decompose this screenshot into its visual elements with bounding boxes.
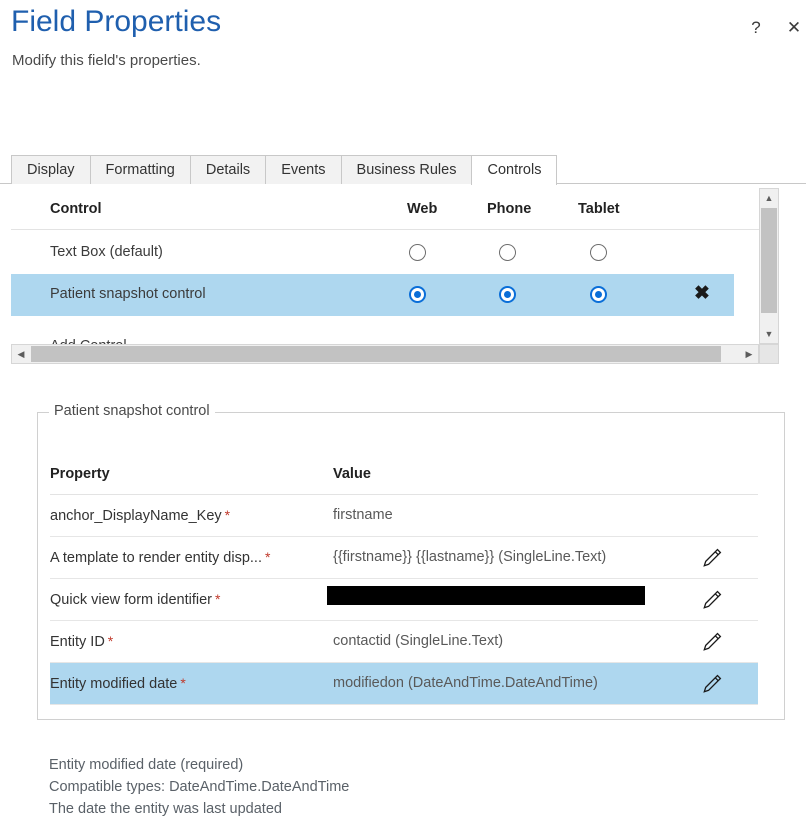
horizontal-scrollbar[interactable]: ◀ ▶: [11, 344, 759, 364]
radio-tablet[interactable]: [590, 244, 607, 261]
page-title: Field Properties: [11, 5, 221, 39]
property-label: Quick view form identifier*: [50, 591, 220, 608]
help-icon[interactable]: ?: [745, 17, 767, 39]
tab-controls[interactable]: Controls: [471, 155, 557, 185]
properties-table: Property Value anchor_DisplayName_Key* f…: [50, 457, 758, 705]
property-label-text: Entity modified date: [50, 676, 177, 692]
description-line-3: The date the entity was last updated: [49, 798, 349, 820]
controls-grid-panel: Control Web Phone Tablet Text Box (defau…: [11, 188, 800, 384]
table-row[interactable]: Patient snapshot control ✖: [11, 274, 734, 316]
property-value: modifiedon (DateAndTime.DateAndTime): [333, 675, 598, 691]
tab-display[interactable]: Display: [11, 155, 91, 184]
radio-phone[interactable]: [499, 286, 516, 303]
property-value: contactid (SingleLine.Text): [333, 633, 503, 649]
scrollbar-corner: [759, 344, 779, 364]
column-header-property: Property: [50, 466, 110, 482]
tab-details[interactable]: Details: [190, 155, 266, 184]
horizontal-scrollbar-thumb[interactable]: [31, 346, 721, 362]
property-label: Entity ID*: [50, 633, 113, 650]
property-value-redacted: [327, 586, 645, 605]
column-header-phone: Phone: [487, 201, 531, 217]
vertical-scrollbar[interactable]: ▲ ▼: [759, 188, 779, 344]
property-label: anchor_DisplayName_Key*: [50, 507, 230, 524]
properties-legend: Patient snapshot control: [49, 403, 215, 419]
table-row[interactable]: anchor_DisplayName_Key* firstname: [50, 495, 758, 537]
edit-pencil-icon[interactable]: [700, 672, 724, 696]
column-header-value: Value: [333, 466, 371, 482]
column-header-tablet: Tablet: [578, 201, 620, 217]
property-label: A template to render entity disp...*: [50, 549, 270, 566]
tab-strip: Display Formatting Details Events Busine…: [0, 155, 806, 184]
property-label-text: Entity ID: [50, 634, 105, 650]
required-marker: *: [108, 633, 113, 649]
scroll-right-icon[interactable]: ▶: [740, 345, 758, 363]
edit-pencil-icon[interactable]: [700, 588, 724, 612]
description-line-2: Compatible types: DateAndTime.DateAndTim…: [49, 776, 349, 798]
delete-control-icon[interactable]: ✖: [691, 283, 713, 305]
control-name: Text Box (default): [50, 244, 163, 260]
properties-fieldset: Patient snapshot control Property Value …: [37, 412, 785, 720]
property-description: Entity modified date (required) Compatib…: [49, 754, 349, 820]
property-value: {{firstname}} {{lastname}} (SingleLine.T…: [333, 549, 606, 565]
dialog-header: Field Properties Modify this field's pro…: [0, 0, 806, 100]
close-icon[interactable]: ✕: [783, 17, 805, 39]
radio-web[interactable]: [409, 244, 426, 261]
tab-events[interactable]: Events: [265, 155, 341, 184]
scroll-left-icon[interactable]: ◀: [12, 345, 30, 363]
table-row[interactable]: A template to render entity disp...* {{f…: [50, 537, 758, 579]
controls-grid-header: Control Web Phone Tablet: [11, 188, 759, 230]
column-header-control: Control: [50, 201, 102, 217]
vertical-scrollbar-thumb[interactable]: [761, 208, 777, 313]
column-header-web: Web: [407, 201, 437, 217]
property-value: firstname: [333, 507, 393, 523]
required-marker: *: [180, 675, 185, 691]
control-name: Patient snapshot control: [50, 286, 206, 302]
property-label-text: Quick view form identifier: [50, 592, 212, 608]
property-label-text: A template to render entity disp...: [50, 550, 262, 566]
edit-pencil-icon[interactable]: [700, 630, 724, 654]
table-row[interactable]: Entity modified date* modifiedon (DateAn…: [50, 663, 758, 705]
required-marker: *: [225, 507, 230, 523]
tab-business-rules[interactable]: Business Rules: [341, 155, 473, 184]
table-row[interactable]: Quick view form identifier*: [50, 579, 758, 621]
required-marker: *: [265, 549, 270, 565]
property-label: Entity modified date*: [50, 675, 186, 692]
scroll-down-icon[interactable]: ▼: [760, 325, 778, 343]
radio-phone[interactable]: [499, 244, 516, 261]
table-row[interactable]: Entity ID* contactid (SingleLine.Text): [50, 621, 758, 663]
properties-table-header: Property Value: [50, 457, 758, 495]
radio-tablet[interactable]: [590, 286, 607, 303]
tab-formatting[interactable]: Formatting: [90, 155, 191, 184]
controls-grid-viewport: Control Web Phone Tablet Text Box (defau…: [11, 188, 759, 364]
required-marker: *: [215, 591, 220, 607]
table-row[interactable]: Text Box (default): [11, 232, 734, 274]
radio-web[interactable]: [409, 286, 426, 303]
edit-pencil-icon[interactable]: [700, 546, 724, 570]
page-subtitle: Modify this field's properties.: [12, 52, 201, 69]
description-line-1: Entity modified date (required): [49, 754, 349, 776]
scroll-up-icon[interactable]: ▲: [760, 189, 778, 207]
property-label-text: anchor_DisplayName_Key: [50, 508, 222, 524]
